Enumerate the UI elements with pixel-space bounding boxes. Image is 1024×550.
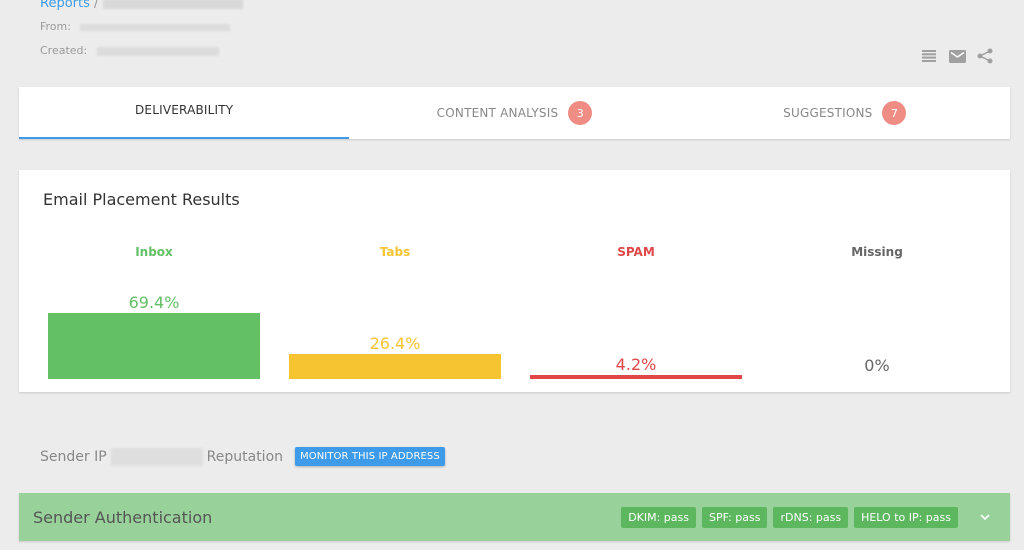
spf-badge: SPF: pass: [702, 506, 768, 528]
tab-bar: DELIVERABILITY CONTENT ANALYSIS 3 SUGGES…: [19, 87, 1010, 139]
category-label: Inbox: [135, 245, 173, 259]
placement-bar: [530, 375, 742, 379]
tab-suggestions[interactable]: SUGGESTIONS 7: [680, 87, 1010, 139]
report-actions: [920, 47, 994, 65]
created-row: Created:: [40, 44, 243, 57]
placement-bar: [48, 313, 260, 379]
email-icon[interactable]: [948, 47, 966, 65]
monitor-ip-button[interactable]: MONITOR THIS IP ADDRESS: [295, 447, 445, 466]
tab-deliverability[interactable]: DELIVERABILITY: [19, 87, 350, 139]
sender-authentication-title: Sender Authentication: [33, 507, 213, 527]
breadcrumb-separator: /: [94, 0, 99, 11]
rdns-badge: rDNS: pass: [773, 506, 849, 528]
sender-ip-reputation: Sender IP Reputation MONITOR THIS IP ADD…: [40, 447, 445, 466]
redacted-created-value: [96, 46, 219, 56]
list-icon[interactable]: [920, 47, 938, 65]
auth-badges: DKIM: pass SPF: pass rDNS: pass HELO to …: [621, 506, 958, 528]
created-label: Created:: [40, 44, 88, 57]
content-analysis-count-badge: 3: [568, 101, 593, 125]
sender-ip-label: Sender IP: [40, 448, 107, 465]
percentage-label: 4.2%: [615, 355, 657, 374]
category-label: SPAM: [617, 245, 655, 259]
percentage-label: 0%: [864, 356, 890, 375]
helo-badge: HELO to IP: pass: [854, 506, 958, 528]
placement-column-inbox: Inbox 69.4%: [48, 170, 260, 392]
from-label: From:: [40, 20, 71, 33]
redacted-from-value: [80, 23, 231, 31]
from-row: From:: [40, 20, 243, 33]
redacted-ip-address: [110, 447, 203, 466]
tab-label: SUGGESTIONS: [783, 106, 873, 120]
redacted-report-name: [102, 0, 243, 9]
reputation-label: Reputation: [206, 448, 284, 465]
percentage-label: 26.4%: [369, 334, 421, 353]
tab-label: DELIVERABILITY: [134, 103, 234, 117]
sender-authentication-panel[interactable]: Sender Authentication DKIM: pass SPF: pa…: [19, 493, 1010, 541]
placement-column-tabs: Tabs 26.4%: [289, 170, 501, 392]
category-label: Tabs: [379, 245, 411, 259]
report-header: Reports / From: Created:: [40, 0, 243, 57]
breadcrumb: Reports /: [40, 0, 243, 11]
breadcrumb-reports-link[interactable]: Reports: [40, 0, 90, 11]
tab-label: CONTENT ANALYSIS: [436, 106, 559, 120]
suggestions-count-badge: 7: [882, 101, 907, 125]
dkim-badge: DKIM: pass: [621, 506, 696, 528]
category-label: Missing: [851, 245, 903, 259]
tab-content-analysis[interactable]: CONTENT ANALYSIS 3: [349, 87, 679, 139]
placement-column-missing: Missing 0%: [771, 170, 983, 392]
email-placement-results-card: Email Placement Results Inbox 69.4% Tabs 26…: [19, 170, 1010, 392]
share-icon[interactable]: [976, 47, 994, 65]
percentage-label: 69.4%: [128, 293, 180, 312]
placement-bar: [289, 354, 501, 379]
chevron-down-icon[interactable]: [968, 514, 1002, 520]
placement-column-spam: SPAM 4.2%: [530, 170, 742, 392]
